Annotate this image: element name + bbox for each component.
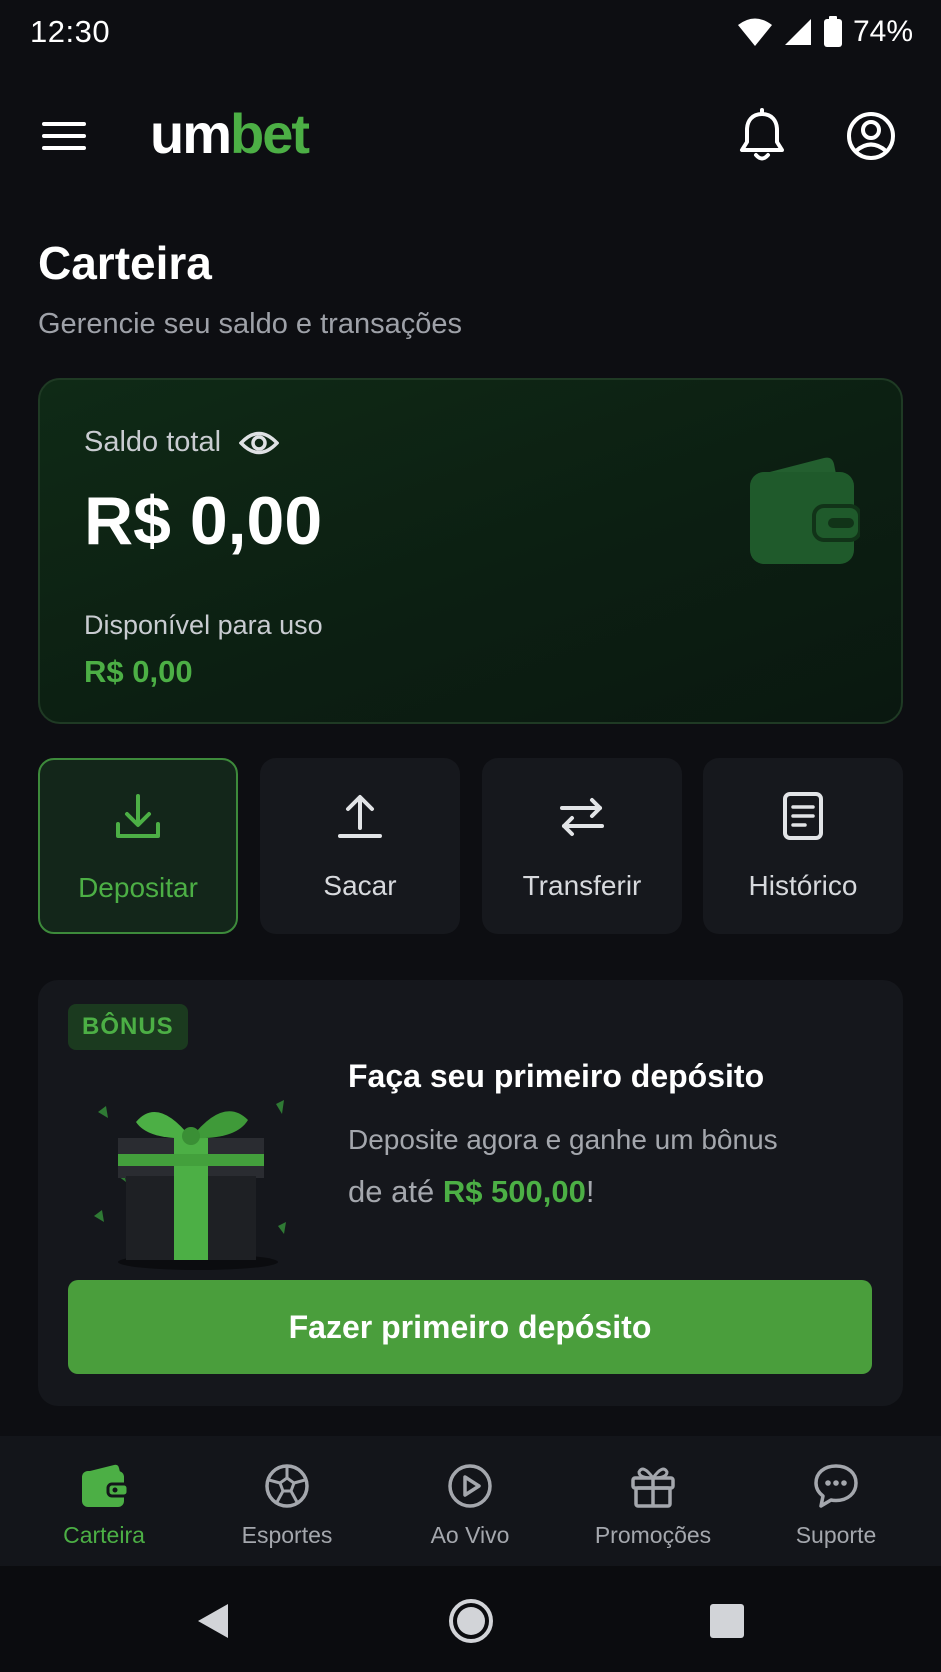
bonus-desc-prefix: de até	[348, 1174, 443, 1209]
page-title: Carteira	[38, 237, 212, 289]
bonus-amount: R$ 500,00	[442, 1174, 586, 1209]
deposit-button[interactable]: Depositar	[38, 758, 238, 934]
status-bar: 12:30 74%	[0, 0, 941, 64]
first-deposit-button[interactable]: Fazer primeiro depósito	[68, 1280, 872, 1374]
nav-item-carteira[interactable]: Carteira	[12, 1450, 196, 1560]
nav-item-ao-vivo[interactable]: Ao Vivo	[378, 1450, 562, 1560]
download-icon	[116, 794, 160, 838]
logo-um: um	[150, 102, 232, 165]
back-icon[interactable]	[190, 1596, 240, 1646]
balance-label-row: Saldo total	[84, 426, 280, 459]
nav-label-carteira: Carteira	[63, 1522, 145, 1548]
app-bar: umbet	[0, 96, 941, 176]
withdraw-button[interactable]: Sacar	[260, 758, 460, 934]
gift-icon	[631, 1467, 675, 1508]
nav-label-esportes: Esportes	[241, 1522, 333, 1548]
wallet-icon	[750, 457, 860, 564]
gift-box-illustration	[94, 1100, 286, 1270]
bonus-description-line2: de até R$ 500,00!	[348, 1174, 595, 1210]
transfer-button[interactable]: Transferir	[482, 758, 682, 934]
bonus-desc-suffix: !	[585, 1174, 595, 1209]
logo-bet: bet	[230, 102, 310, 165]
home-icon[interactable]	[446, 1596, 496, 1646]
balance-label: Saldo total	[84, 426, 222, 458]
deposit-label: Depositar	[78, 872, 198, 903]
available-value: R$ 0,00	[84, 654, 193, 689]
chat-icon	[814, 1464, 858, 1508]
transfer-icon	[560, 798, 604, 836]
battery-percent: 74%	[852, 15, 913, 48]
umbet-logo: umbet	[150, 102, 310, 166]
history-label: Histórico	[748, 870, 858, 901]
nav-label-promocoes: Promoções	[594, 1522, 712, 1548]
battery-icon	[823, 16, 842, 47]
nav-item-promocoes[interactable]: Promoções	[561, 1450, 745, 1560]
upload-icon	[338, 795, 382, 838]
history-icon	[783, 792, 823, 840]
balance-value: R$ 0,00	[84, 483, 323, 559]
menu-button[interactable]	[40, 114, 92, 158]
transfer-label: Transferir	[522, 870, 642, 901]
bonus-title: Faça seu primeiro depósito	[348, 1058, 765, 1094]
withdraw-label: Sacar	[323, 870, 397, 901]
nav-label-suporte: Suporte	[795, 1522, 877, 1548]
status-time: 12:30	[30, 14, 111, 49]
soccer-ball-icon	[265, 1464, 309, 1508]
bonus-description-line1: Deposite agora e ganhe um bônus	[348, 1124, 778, 1155]
bell-icon	[740, 108, 784, 161]
cell-signal-icon	[784, 19, 811, 45]
nav-item-esportes[interactable]: Esportes	[195, 1450, 379, 1560]
page-subtitle: Gerencie seu saldo e transações	[38, 308, 462, 340]
nav-label-ao-vivo: Ao Vivo	[430, 1522, 510, 1548]
nav-item-suporte[interactable]: Suporte	[744, 1450, 928, 1560]
hamburger-icon	[42, 122, 86, 150]
available-label: Disponível para uso	[84, 610, 323, 640]
profile-button[interactable]	[844, 108, 898, 164]
recents-icon[interactable]	[702, 1596, 752, 1646]
history-button[interactable]: Histórico	[703, 758, 903, 934]
play-icon	[448, 1464, 492, 1508]
bonus-badge: BÔNUS	[68, 1004, 188, 1050]
bonus-card: BÔNUS Faça seu primeiro depósito Deposit…	[38, 980, 903, 1406]
eye-icon[interactable]	[239, 428, 280, 458]
bottom-nav: Carteira Esportes Ao Vivo Promoções Supo…	[0, 1436, 941, 1566]
wallet-icon	[82, 1464, 130, 1507]
status-icons: 74%	[737, 15, 913, 49]
user-circle-icon	[847, 112, 895, 160]
system-nav-bar	[0, 1566, 941, 1672]
notifications-button[interactable]	[736, 108, 788, 164]
wifi-icon	[737, 18, 772, 46]
balance-card: Saldo total R$ 0,00 Disponível para uso …	[38, 378, 903, 724]
